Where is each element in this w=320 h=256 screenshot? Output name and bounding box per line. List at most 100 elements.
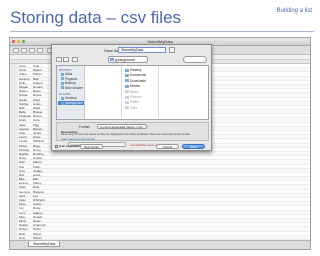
minimize-icon[interactable] [17, 40, 20, 43]
row-number [10, 93, 18, 97]
sidebar-item-label: jpcangusone [65, 101, 84, 105]
slide-title: Storing data – csv files [10, 8, 182, 27]
folder-item[interactable]: Public [125, 100, 158, 105]
sidebar-item[interactable]: Pegasus [61, 77, 77, 81]
sidebar-item-label: Desktop [65, 96, 77, 101]
dialog-footer: Hide extension New Folder Cancel Save [51, 144, 212, 151]
sidebar-item-label: Backup [65, 81, 76, 86]
row-number [10, 101, 18, 105]
browser-column-1 [86, 66, 122, 119]
folder-item[interactable]: Documents [125, 73, 158, 78]
location-popup[interactable]: jpcangusone [108, 56, 148, 63]
folder-label: Documents [130, 73, 147, 78]
sheet-tab[interactable]: StoredMyData [28, 241, 61, 247]
format-select[interactable]: Comma Separated Values (.csv) [97, 124, 147, 129]
toolbar-print-icon[interactable] [37, 48, 43, 53]
row-number [10, 218, 18, 223]
folder-item[interactable]: Sites [125, 106, 158, 111]
folder-item[interactable]: Music [125, 90, 158, 95]
row-number [10, 198, 18, 202]
row-number [10, 72, 18, 76]
sidebar-item[interactable]: Desktop [61, 96, 77, 100]
row-number [10, 214, 18, 218]
slide-tag: Building a list [276, 8, 312, 14]
cancel-button[interactable]: Cancel [156, 144, 179, 149]
folder-item[interactable]: Downloads [125, 79, 158, 84]
filename-input[interactable]: StoredMyData [118, 47, 166, 53]
row-number [10, 139, 18, 143]
back-icon[interactable] [56, 57, 62, 62]
folder-icon [61, 101, 64, 105]
close-icon[interactable] [12, 40, 15, 43]
row-number [10, 210, 18, 214]
folder-icon [125, 68, 129, 72]
folder-label: Desktop [130, 68, 142, 72]
sidebar-item-label: New Volume [65, 85, 83, 90]
folder-icon [61, 77, 64, 81]
folder-item[interactable]: Pictures [125, 95, 158, 100]
row-number [10, 147, 18, 151]
row-number [10, 64, 18, 68]
browser-column-2: Desktop Documents Downloads Movies Music Pict… [123, 66, 159, 119]
save-dialog: Save As: StoredMyData jpcangusone DEVICE… [51, 44, 212, 151]
row-number [10, 114, 18, 118]
row-number [10, 118, 18, 122]
dialog-footer-controls: Hide extension New Folder Cancel Save [55, 144, 208, 150]
row-number [10, 156, 18, 160]
forward-icon[interactable] [63, 57, 69, 62]
file-browser: DEVICES Atlas Pegasus Backup New Volume PLACE… [56, 65, 209, 120]
search-input[interactable] [183, 56, 207, 63]
row-number [10, 135, 18, 139]
row-number [10, 177, 18, 181]
folder-label: Pictures [130, 95, 142, 99]
hide-extension-label: Hide extension [59, 144, 79, 148]
format-description: Saves only the text and values as they a… [61, 133, 191, 136]
row-number [10, 202, 18, 206]
sidebar-item[interactable]: jpcangusone [58, 101, 84, 105]
sidebar-item[interactable]: New Volume [61, 86, 83, 90]
row-number [10, 89, 18, 93]
folder-icon [61, 81, 64, 85]
row-number [10, 84, 18, 89]
folder-icon [125, 79, 129, 83]
folder-icon [61, 72, 64, 76]
view-columns-icon[interactable] [72, 57, 78, 62]
format-options: Format: Comma Separated Values (.csv) De… [56, 122, 209, 141]
row-number [10, 181, 18, 185]
row-number [10, 168, 18, 172]
row-number [10, 235, 18, 239]
toolbar-save-icon[interactable] [29, 48, 35, 53]
zoom-icon[interactable] [22, 40, 25, 43]
folder-label: Downloads [130, 78, 146, 83]
folder-item[interactable]: Movies [125, 84, 158, 89]
row-number [10, 151, 18, 156]
browser-column-3 [160, 66, 209, 119]
learn-more-link[interactable]: Learn more about file formats [61, 138, 95, 141]
toolbar-open-icon[interactable] [21, 48, 27, 53]
toolbar-new-icon[interactable] [13, 48, 19, 53]
folder-item[interactable]: Desktop [125, 68, 158, 73]
title-divider [10, 31, 314, 32]
expand-dialog-button[interactable] [169, 47, 175, 53]
folder-icon [125, 106, 129, 110]
sheet-tab-bar: StoredMyData [10, 240, 310, 249]
folder-icon [125, 95, 129, 99]
excel-window: StoredMyData Anne Cole Chris Mason Claire Phi… [9, 37, 311, 250]
folder-icon [125, 90, 129, 94]
checkbox-icon [55, 144, 58, 148]
hide-extension-checkbox[interactable]: Hide extension [55, 144, 79, 149]
folder-icon [125, 101, 129, 105]
row-number [10, 68, 18, 72]
row-number [10, 206, 18, 210]
browser-sidebar: DEVICES Atlas Pegasus Backup New Volume PLACE… [57, 66, 85, 119]
row-number [10, 131, 18, 135]
save-button[interactable]: Save [182, 144, 205, 149]
sidebar-item-label: Atlas [65, 72, 73, 76]
folder-icon [61, 86, 64, 90]
new-folder-button[interactable]: New Folder [80, 144, 104, 149]
sidebar-item[interactable]: Atlas [61, 72, 72, 76]
row-number [10, 172, 18, 177]
row-number [10, 193, 18, 197]
folder-icon [125, 84, 129, 88]
sidebar-item[interactable]: Backup [61, 81, 76, 85]
